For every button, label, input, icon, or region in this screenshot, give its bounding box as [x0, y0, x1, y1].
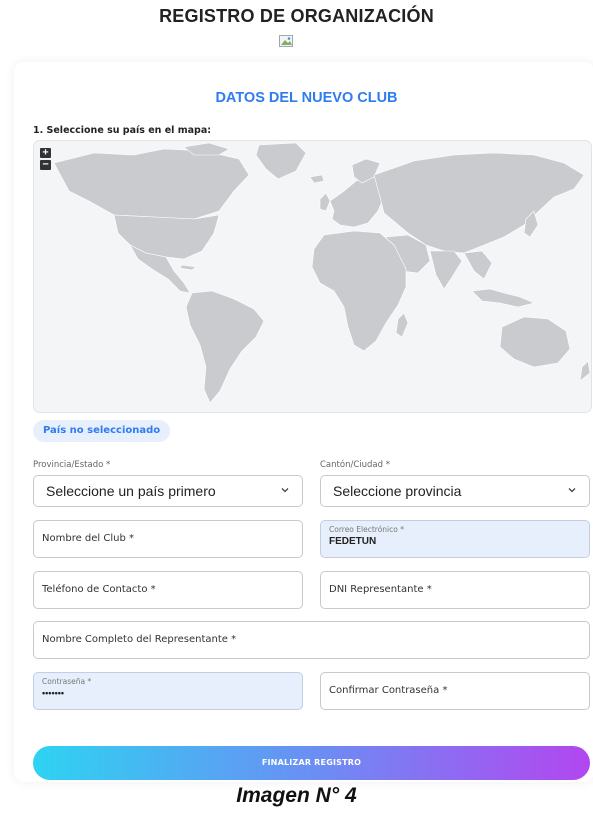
phone-placeholder: Teléfono de Contacto * — [42, 584, 156, 595]
province-select-value: Seleccione un país primero — [46, 483, 216, 499]
map-zoom-in-button[interactable]: + — [40, 148, 51, 158]
map-zoom-out-button[interactable]: − — [40, 160, 51, 170]
broken-image-icon — [279, 35, 293, 47]
map-usa — [113, 214, 220, 260]
club-name-field[interactable]: Nombre del Club * — [33, 520, 303, 558]
map-india — [429, 250, 463, 290]
city-select-value: Seleccione provincia — [333, 483, 462, 499]
email-value: FEDETUN — [329, 536, 377, 547]
email-label: Correo Electrónico * — [329, 525, 404, 534]
chevron-down-icon — [281, 488, 289, 493]
chevron-down-icon — [568, 488, 576, 493]
image-caption: Imagen N° 4 — [236, 784, 357, 807]
map-label: 1. Seleccione su país en el mapa: — [33, 125, 212, 136]
password-value: ••••••• — [42, 688, 65, 698]
dni-placeholder: DNI Representante * — [329, 584, 432, 595]
city-label: Cantón/Ciudad * — [320, 460, 390, 470]
section-title: DATOS DEL NUEVO CLUB — [215, 90, 398, 106]
password-field[interactable]: Contraseña * ••••••• — [33, 672, 303, 710]
map-canada — [53, 148, 250, 220]
confirm-password-placeholder: Confirmar Contraseña * — [329, 685, 448, 696]
dni-field[interactable]: DNI Representante * — [320, 571, 590, 609]
province-select[interactable]: Seleccione un país primero — [33, 475, 303, 507]
map-south-america — [185, 290, 265, 404]
phone-field[interactable]: Teléfono de Contacto * — [33, 571, 303, 609]
representative-name-field[interactable]: Nombre Completo del Representante * — [33, 621, 590, 659]
map-greenland — [255, 142, 307, 180]
email-field[interactable]: Correo Electrónico * FEDETUN — [320, 520, 590, 558]
confirm-password-field[interactable]: Confirmar Contraseña * — [320, 672, 590, 710]
password-label: Contraseña * — [42, 677, 92, 686]
world-map-graphic[interactable] — [34, 141, 591, 412]
club-name-placeholder: Nombre del Club * — [42, 533, 134, 544]
province-label: Provincia/Estado * — [33, 460, 111, 470]
map-africa — [311, 230, 407, 352]
map-australia — [499, 316, 571, 368]
city-select[interactable]: Seleccione provincia — [320, 475, 590, 507]
finalize-registration-button[interactable]: FINALIZAR REGISTRO — [33, 746, 590, 780]
representative-name-placeholder: Nombre Completo del Representante * — [42, 634, 237, 645]
page-title: REGISTRO DE ORGANIZACIÓN — [159, 6, 434, 26]
world-map[interactable]: + − — [33, 140, 592, 413]
country-status-badge: País no seleccionado — [33, 420, 171, 442]
